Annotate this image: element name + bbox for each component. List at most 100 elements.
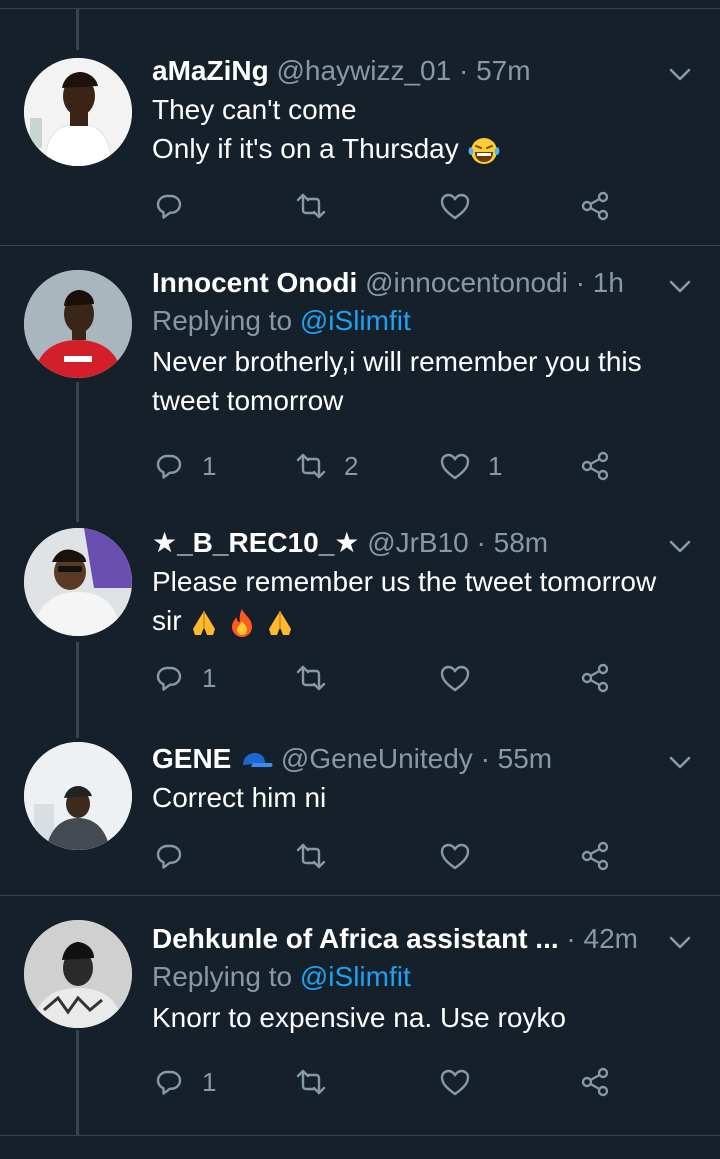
display-name[interactable]: ★_B_REC10_★ — [152, 527, 359, 558]
reply-button[interactable]: 1 — [152, 446, 216, 486]
thread-line — [76, 8, 79, 50]
retweet-button[interactable] — [294, 836, 344, 876]
like-button[interactable] — [438, 836, 488, 876]
reply-icon — [156, 454, 182, 479]
retweet-button[interactable] — [294, 186, 344, 226]
tweet-actions — [152, 836, 620, 876]
tweet-actions: 1 2 1 — [152, 446, 620, 486]
tweet-header: aMaZiNg @haywizz_01 · 57m — [152, 54, 696, 88]
tweet-text-line: Knorr to expensive na. Use royko — [152, 1002, 566, 1033]
divider — [0, 8, 720, 9]
replying-to: Replying to @iSlimfit — [152, 302, 696, 340]
timestamp[interactable]: · 42m — [566, 923, 638, 954]
chevron-down-icon[interactable] — [666, 532, 694, 560]
reply-icon — [156, 666, 182, 691]
reply-button[interactable]: 1 — [152, 1062, 216, 1102]
replying-to-label: Replying to — [152, 305, 300, 336]
avatar[interactable] — [24, 58, 132, 166]
tweet-header: ★_B_REC10_★ @JrB10 · 58m — [152, 526, 696, 560]
handle[interactable]: @innocentonodi — [365, 267, 568, 298]
reply-button[interactable] — [152, 836, 202, 876]
display-name[interactable]: aMaZiNg — [152, 55, 269, 86]
retweet-icon — [296, 1069, 326, 1095]
tweet[interactable]: ★_B_REC10_★ @JrB10 · 58m Please remember… — [0, 522, 720, 702]
share-button[interactable] — [578, 186, 612, 226]
tweet-text-line: Never brotherly,i will remember you this — [152, 346, 642, 377]
like-button[interactable] — [438, 1062, 488, 1102]
share-icon — [581, 191, 609, 221]
avatar[interactable] — [24, 920, 132, 1028]
timestamp[interactable]: · 55m — [481, 743, 553, 774]
tweet[interactable]: Innocent Onodi @innocentonodi · 1h Reply… — [0, 262, 720, 494]
tweet-text: Correct him ni — [152, 778, 696, 817]
tweet-actions: 1 — [152, 658, 620, 698]
billed-cap-emoji — [243, 752, 273, 767]
tweet-text-line: sir — [152, 605, 182, 636]
handle[interactable]: @haywizz_01 — [276, 55, 451, 86]
heart-icon — [440, 843, 470, 870]
like-button[interactable] — [438, 186, 488, 226]
timestamp[interactable]: · 57m — [459, 55, 531, 86]
reply-icon — [156, 1070, 182, 1095]
retweet-button[interactable] — [294, 1062, 344, 1102]
tweet-actions: 1 — [152, 1062, 620, 1102]
replying-to: Replying to @iSlimfit — [152, 958, 696, 996]
heart-icon — [440, 1069, 470, 1096]
display-name[interactable]: GENE — [152, 743, 231, 774]
chevron-down-icon[interactable] — [666, 748, 694, 776]
share-icon — [581, 451, 609, 481]
tweet-text-line: Correct him ni — [152, 782, 327, 813]
reply-button[interactable] — [152, 186, 202, 226]
retweet-button[interactable] — [294, 658, 344, 698]
share-button[interactable] — [578, 1062, 612, 1102]
timestamp[interactable]: · 58m — [477, 527, 549, 558]
avatar[interactable] — [24, 528, 132, 636]
reply-button[interactable]: 1 — [152, 658, 216, 698]
chevron-down-icon[interactable] — [666, 60, 694, 88]
tweet-text-line: tweet tomorrow — [152, 385, 344, 416]
tweet-text-line: They can't come — [152, 94, 357, 125]
display-name[interactable]: Innocent Onodi — [152, 267, 357, 298]
display-name[interactable]: Dehkunle of Africa assistant ... — [152, 923, 559, 954]
tweet[interactable]: aMaZiNg @haywizz_01 · 57m They can't com… — [0, 50, 720, 240]
tweet[interactable]: Dehkunle of Africa assistant ... · 42m R… — [0, 918, 720, 1130]
tweet-text-line: Only if it's on a Thursday — [152, 133, 459, 164]
folded-hands-emoji — [268, 610, 291, 635]
retweet-icon — [296, 193, 326, 219]
share-button[interactable] — [578, 658, 612, 698]
retweet-icon — [296, 453, 326, 479]
like-count: 1 — [488, 450, 503, 481]
tweet-actions — [152, 186, 620, 226]
handle[interactable]: @JrB10 — [367, 527, 469, 558]
like-button[interactable]: 1 — [438, 446, 502, 486]
mention-link[interactable]: @iSlimfit — [300, 305, 411, 336]
timestamp[interactable]: · 1h — [576, 267, 624, 298]
tweet-header: GENE @GeneUnitedy · 55m — [152, 742, 696, 776]
retweet-count: 2 — [344, 450, 359, 481]
tweet-header: Dehkunle of Africa assistant ... · 42m — [152, 922, 696, 956]
reply-icon — [156, 844, 182, 869]
chevron-down-icon[interactable] — [666, 928, 694, 956]
tweet-text: Please remember us the tweet tomorrow si… — [152, 562, 696, 640]
share-button[interactable] — [578, 446, 612, 486]
retweet-button[interactable]: 2 — [294, 446, 358, 486]
retweet-icon — [296, 665, 326, 691]
replying-to-label: Replying to — [152, 961, 300, 992]
reply-count: 1 — [202, 662, 217, 693]
divider — [0, 895, 720, 896]
reply-count: 1 — [202, 1066, 217, 1097]
chevron-down-icon[interactable] — [666, 272, 694, 300]
like-button[interactable] — [438, 658, 488, 698]
tears-of-joy-emoji — [468, 137, 499, 164]
avatar[interactable] — [24, 270, 132, 378]
tweet-text: They can't come Only if it's on a Thursd… — [152, 90, 696, 168]
mention-link[interactable]: @iSlimfit — [300, 961, 411, 992]
avatar[interactable] — [24, 742, 132, 850]
tweet-text-line: Please remember us the tweet tomorrow — [152, 566, 657, 597]
tweet-text: Never brotherly,i will remember you this… — [152, 342, 696, 420]
handle[interactable]: @GeneUnitedy — [281, 743, 473, 774]
share-button[interactable] — [578, 836, 612, 876]
heart-icon — [440, 193, 470, 220]
tweet[interactable]: GENE @GeneUnitedy · 55m Correct him ni — [0, 738, 720, 888]
folded-hands-emoji — [193, 610, 216, 635]
